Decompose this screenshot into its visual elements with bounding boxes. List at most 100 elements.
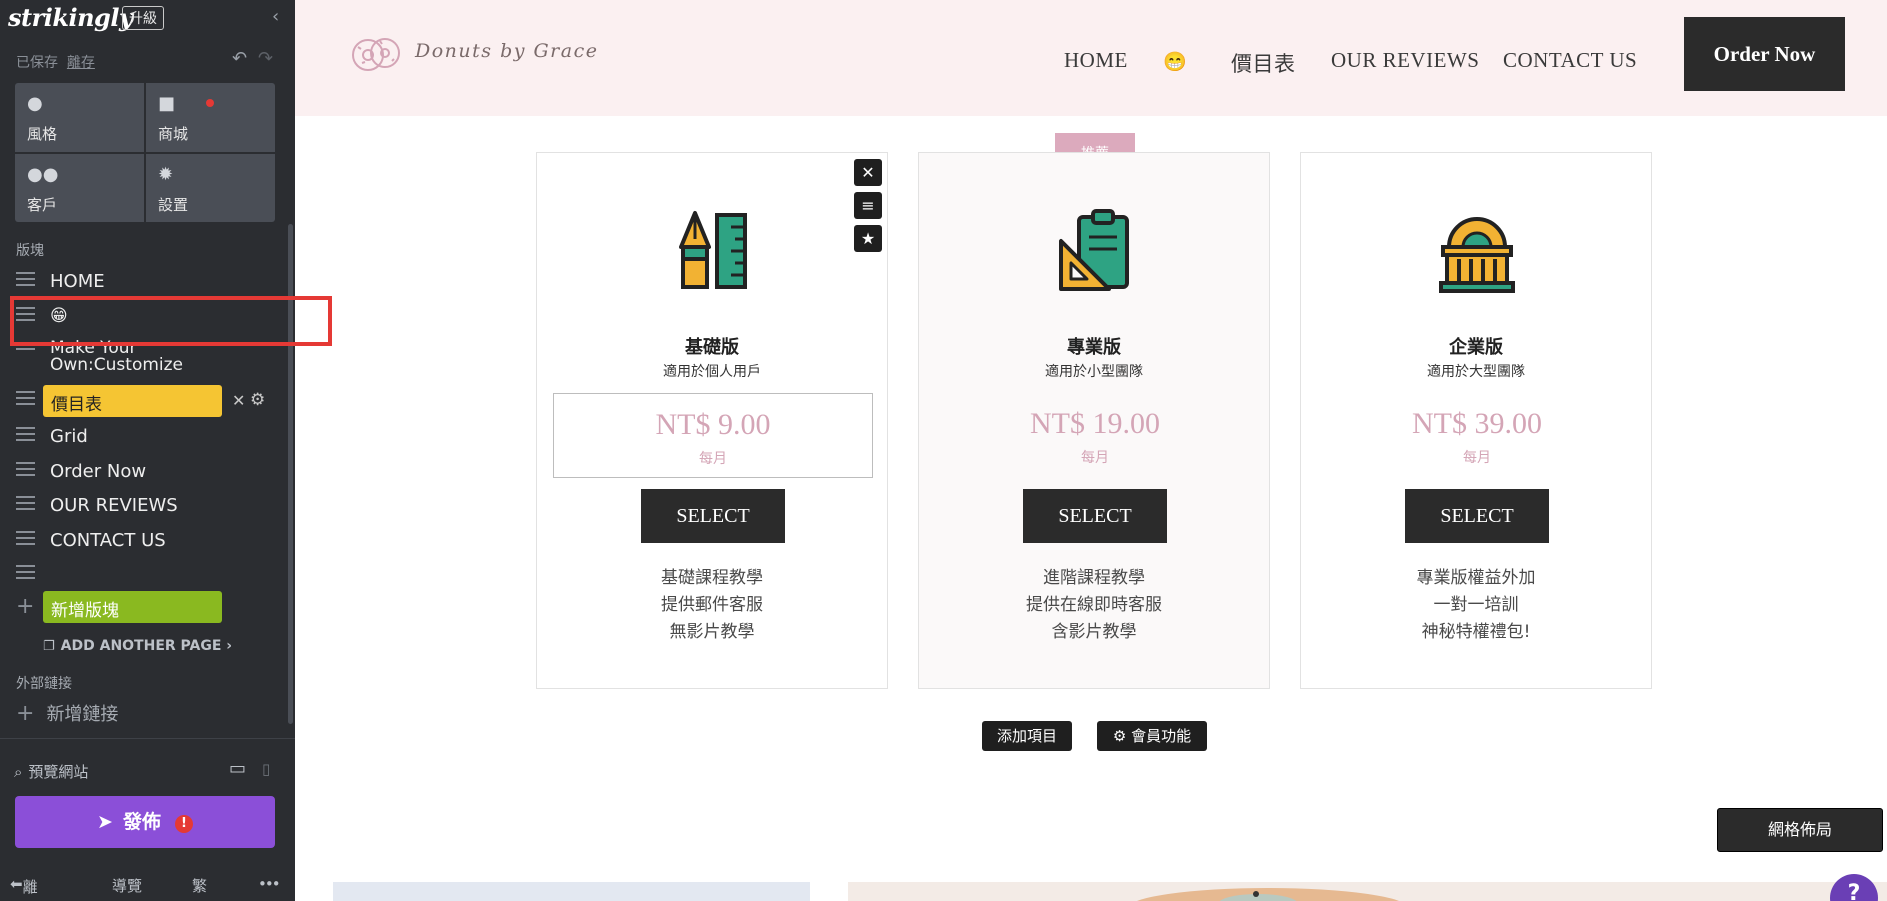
- drag-handle-icon[interactable]: [16, 427, 35, 443]
- tile-customers[interactable]: ●● 客戶: [15, 153, 144, 222]
- drag-handle-icon[interactable]: [16, 531, 35, 547]
- brand-name[interactable]: Donuts by Grace: [415, 40, 598, 62]
- pricing-card-pro: 專業版 適用於小型團隊 NT$ 19.00 每月 SELECT 進階課程教學 提…: [918, 152, 1270, 689]
- drag-handle-icon[interactable]: [16, 462, 35, 478]
- pen-ruler-icon: [679, 211, 747, 289]
- plan-subtitle: 適用於個人用戶: [663, 364, 761, 380]
- sidebar-item-order-now[interactable]: Order Now: [0, 456, 285, 486]
- select-button[interactable]: SELECT: [641, 489, 785, 543]
- drag-handle-icon[interactable]: [16, 496, 35, 512]
- sidebar-item-home[interactable]: HOME: [0, 266, 285, 296]
- publish-button[interactable]: ➤ 發佈!: [15, 796, 275, 848]
- feature-item: 無影片教學: [669, 622, 755, 642]
- tile-style[interactable]: ● 風格: [15, 83, 144, 152]
- sidebar-tiles: ● 風格 ■ 商城 ●● 客戶 ✹ 設置: [15, 83, 275, 222]
- collapse-sidebar-icon[interactable]: ‹: [272, 6, 279, 27]
- sidebar-item-grid[interactable]: Grid: [0, 421, 285, 451]
- plan-price: NT$ 19.00: [1030, 407, 1160, 440]
- select-button[interactable]: SELECT: [1405, 489, 1549, 543]
- language-link[interactable]: 繁: [192, 875, 207, 896]
- redo-icon[interactable]: ↷: [258, 48, 273, 69]
- next-section-image-right: [848, 882, 1887, 901]
- feature-item: 提供郵件客服: [661, 595, 763, 615]
- guide-link[interactable]: 導覽: [112, 875, 142, 896]
- tile-settings[interactable]: ✹ 設置: [146, 153, 275, 222]
- member-feature-label: 會員功能: [1131, 727, 1192, 745]
- plus-icon: +: [16, 701, 35, 726]
- add-section-button[interactable]: 新增版塊: [43, 591, 222, 623]
- plan-subtitle: 適用於大型團隊: [1427, 364, 1525, 380]
- sidebar-item-contact[interactable]: CONTACT US: [0, 525, 285, 555]
- member-feature-button[interactable]: ⚙ 會員功能: [1097, 721, 1207, 751]
- add-link-button[interactable]: + 新增鏈接: [16, 700, 118, 726]
- active-section-pill[interactable]: 價目表: [43, 385, 222, 417]
- saved-text: 已保存: [16, 55, 58, 71]
- plan-period: 每月: [699, 451, 727, 467]
- menu-icon[interactable]: ≡: [854, 192, 882, 219]
- mobile-icon[interactable]: ▯: [262, 760, 270, 778]
- pricing-card-basic: 基礎版 適用於個人用戶 NT$ 9.00 每月 SELECT 基礎課程教學 提供…: [536, 152, 888, 689]
- saved-link[interactable]: 離存: [67, 55, 95, 71]
- price-box[interactable]: NT$ 39.00 每月: [1317, 393, 1637, 478]
- sidebar-item-label: CONTACT US: [50, 530, 166, 551]
- feature-item: 提供在線即時客服: [1026, 595, 1162, 615]
- exit-label: 離開: [22, 878, 38, 901]
- price-box[interactable]: NT$ 19.00 每月: [935, 393, 1255, 478]
- tile-label: 設置: [158, 195, 189, 214]
- feature-item: 神秘特權禮包!: [1421, 622, 1531, 642]
- more-icon[interactable]: •••: [258, 875, 281, 893]
- divider: [0, 738, 295, 739]
- grid-layout-button[interactable]: 網格佈局: [1717, 808, 1883, 852]
- sidebar-item-pricing[interactable]: 價目表 ✕ ⚙: [0, 385, 285, 417]
- editor-sidebar: strikingly 升級 ‹ 已保存 離存 ↶ ↷ ● 風格 ■ 商城 ●● …: [0, 0, 295, 901]
- nav-link-pricing[interactable]: 價目表: [1231, 48, 1296, 78]
- price-box[interactable]: NT$ 9.00 每月: [553, 393, 873, 478]
- exit-link[interactable]: ⬅ 離開: [10, 875, 38, 901]
- upgrade-button[interactable]: 升級: [122, 6, 164, 30]
- tile-store[interactable]: ■ 商城: [146, 83, 275, 152]
- pricing-card-enterprise: 企業版 適用於大型團隊 NT$ 39.00 每月 SELECT 專業版權益外加 …: [1300, 152, 1652, 689]
- add-page-link[interactable]: ❐ ADD ANOTHER PAGE ›: [43, 638, 232, 654]
- sidebar-item-label: HOME: [50, 271, 105, 292]
- order-now-button[interactable]: Order Now: [1684, 17, 1845, 91]
- drag-handle-icon[interactable]: [16, 391, 35, 407]
- tile-label: 風格: [27, 125, 58, 143]
- sidebar-item-label: Grid: [50, 426, 88, 447]
- tile-label: 客戶: [27, 195, 58, 214]
- sidebar-item-reviews[interactable]: OUR REVIEWS: [0, 490, 285, 520]
- highlight-annotation: [10, 296, 332, 346]
- nav-link-contact[interactable]: CONTACT US: [1503, 48, 1637, 73]
- star-icon[interactable]: ★: [854, 225, 882, 252]
- users-icon: ●●: [27, 163, 59, 185]
- add-link-label: 新增鏈接: [46, 704, 119, 725]
- close-icon[interactable]: ✕: [854, 159, 882, 186]
- nav-link-home[interactable]: HOME: [1064, 48, 1128, 73]
- preview-site-link[interactable]: ⌕ 預覽網站: [14, 761, 88, 782]
- drag-handle-icon[interactable]: [16, 272, 35, 288]
- plan-title: 專業版: [1067, 337, 1121, 358]
- sidebar-item-blank[interactable]: [0, 559, 285, 589]
- preview-label: 預覽網站: [28, 763, 89, 781]
- sidebar-item-label: OUR REVIEWS: [50, 495, 178, 516]
- add-item-button[interactable]: 添加項目: [982, 721, 1072, 751]
- delete-icon[interactable]: ✕: [232, 391, 245, 410]
- desktop-icon[interactable]: ▭: [229, 758, 246, 779]
- gear-icon[interactable]: ⚙: [250, 390, 265, 410]
- gear-icon: ⚙: [1112, 727, 1127, 745]
- plan-period: 每月: [1081, 450, 1109, 466]
- palette-icon: ●: [27, 93, 43, 114]
- nav-link-emoji[interactable]: 😁: [1163, 50, 1187, 74]
- plus-icon: +: [16, 594, 35, 619]
- select-button[interactable]: SELECT: [1023, 489, 1167, 543]
- undo-icon[interactable]: ↶: [232, 48, 247, 69]
- bag-icon: ■: [158, 93, 176, 114]
- building-icon: [1439, 217, 1515, 293]
- add-section-row[interactable]: + 新增版塊: [0, 591, 285, 623]
- sections-label: 版塊: [16, 243, 44, 259]
- help-icon[interactable]: ?: [1830, 874, 1878, 901]
- drag-handle-icon[interactable]: [16, 565, 35, 581]
- nav-link-reviews[interactable]: OUR REVIEWS: [1331, 48, 1479, 73]
- sidebar-footer: ⬅ 離開 導覽 繁 •••: [0, 874, 295, 901]
- save-status: 已保存 離存: [16, 52, 95, 72]
- tile-label: 商城: [158, 125, 189, 143]
